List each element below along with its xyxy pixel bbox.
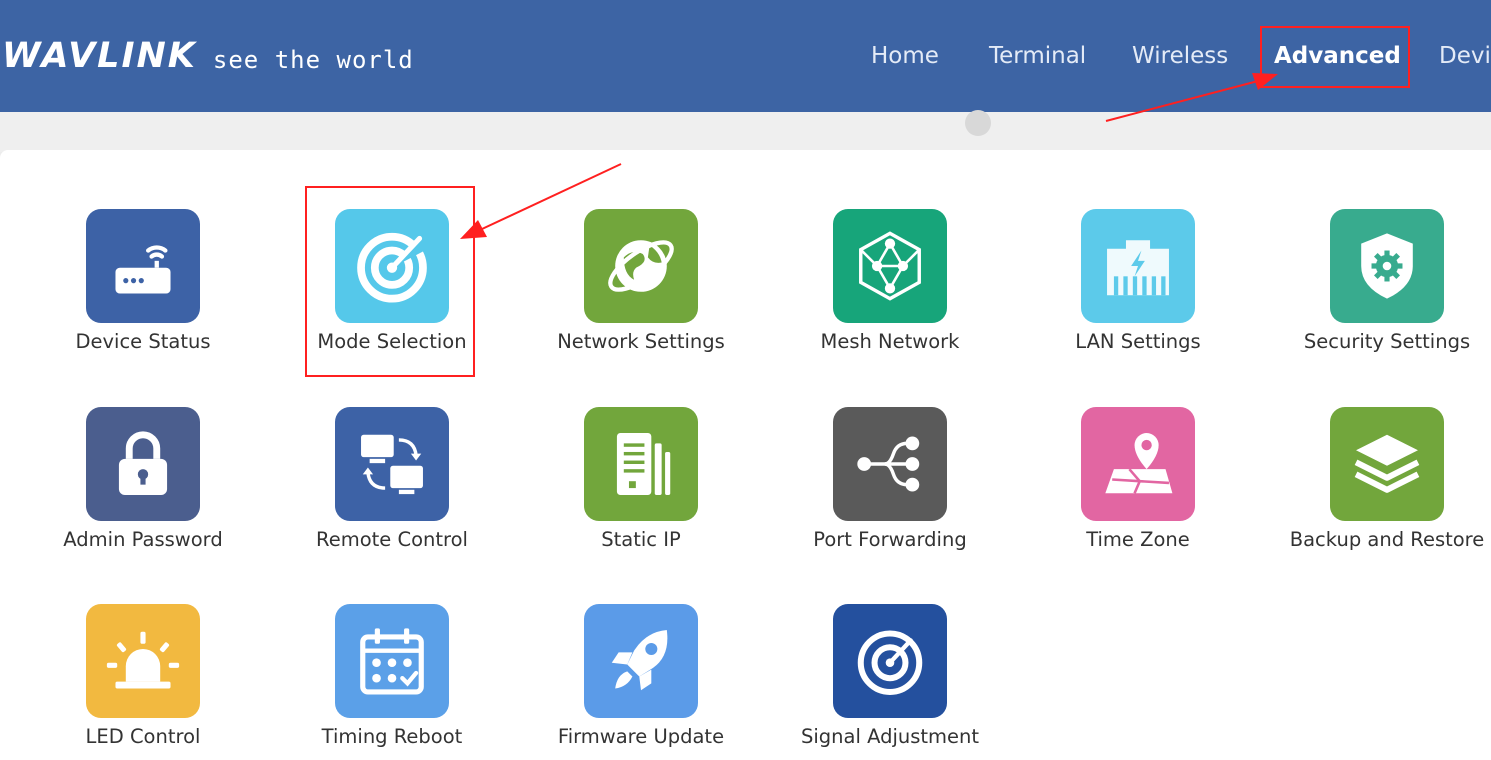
ethernet-port-icon (1081, 209, 1195, 323)
tile-label: LAN Settings (1075, 330, 1201, 353)
share-nodes-icon (833, 407, 947, 521)
tile-mesh-network[interactable]: Mesh Network (790, 209, 990, 379)
calendar-check-icon (335, 604, 449, 718)
tile-label: Remote Control (316, 528, 468, 551)
map-pin-icon (1081, 407, 1195, 521)
tile-label: Signal Adjustment (800, 725, 980, 748)
tile-time-zone[interactable]: Time Zone (1038, 407, 1238, 577)
background-band (0, 112, 1491, 152)
tile-label: Time Zone (1086, 528, 1190, 551)
rocket-icon (584, 604, 698, 718)
mesh-hexagon-icon (833, 209, 947, 323)
tile-device-status[interactable]: Device Status (43, 209, 243, 379)
nav-terminal[interactable]: Terminal (989, 38, 1086, 74)
document-stack-icon (584, 407, 698, 521)
tile-label: Security Settings (1303, 330, 1471, 353)
tile-label: Firmware Update (557, 725, 725, 748)
nav-home[interactable]: Home (871, 38, 939, 74)
alarm-light-icon (86, 604, 200, 718)
tile-network-settings[interactable]: Network Settings (541, 209, 741, 379)
tile-security-settings[interactable]: Security Settings (1287, 209, 1487, 379)
tile-label: Static IP (601, 528, 681, 551)
tile-lan-settings[interactable]: LAN Settings (1038, 209, 1238, 379)
padlock-icon (86, 407, 200, 521)
nav-wireless[interactable]: Wireless (1132, 38, 1228, 74)
tile-label: Device Status (75, 330, 211, 353)
nav-device[interactable]: Devic (1439, 38, 1491, 74)
advanced-highlight-box (1260, 26, 1410, 88)
tile-label: Backup and Restore (1289, 528, 1485, 551)
tile-led-control[interactable]: LED Control (43, 604, 243, 760)
globe-orbit-icon (584, 209, 698, 323)
tile-firmware-update[interactable]: Firmware Update (541, 604, 741, 760)
tile-port-forwarding[interactable]: Port Forwarding (790, 407, 990, 577)
tile-signal-adjustment[interactable]: Signal Adjustment (790, 604, 990, 760)
signal-gauge-icon (833, 604, 947, 718)
tile-label: Port Forwarding (813, 528, 967, 551)
router-wifi-icon (86, 209, 200, 323)
tile-timing-reboot[interactable]: Timing Reboot (292, 604, 492, 760)
tile-static-ip[interactable]: Static IP (541, 407, 741, 577)
tile-label: Timing Reboot (321, 725, 463, 748)
background-dot (965, 110, 991, 136)
tile-label: Admin Password (63, 528, 223, 551)
mode-selection-highlight-box (305, 186, 475, 377)
tile-label: LED Control (85, 725, 201, 748)
tile-label: Network Settings (557, 330, 725, 353)
tile-backup-restore[interactable]: Backup and Restore (1287, 407, 1487, 577)
tile-label: Mesh Network (820, 330, 960, 353)
remote-screens-icon (335, 407, 449, 521)
tile-admin-password[interactable]: Admin Password (43, 407, 243, 577)
top-header: WAVLINK see the world Home Terminal Wire… (0, 0, 1491, 112)
shield-gear-icon (1330, 209, 1444, 323)
tile-remote-control[interactable]: Remote Control (292, 407, 492, 577)
layers-icon (1330, 407, 1444, 521)
